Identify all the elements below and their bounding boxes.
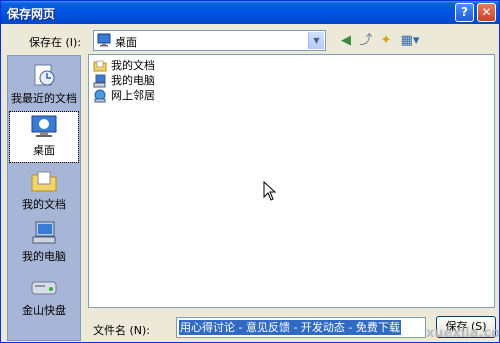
title-bar[interactable]: 保存网页 ? ✕	[1, 1, 499, 24]
up-folder-icon[interactable]: ⤴	[357, 33, 375, 49]
save-in-dropdown[interactable]: 桌面 ▼	[93, 30, 326, 51]
desktop-icon	[31, 115, 57, 137]
place-desktop[interactable]: 桌面	[9, 111, 79, 163]
places-bar: 我最近的文档 桌面 我的文档 我的电脑 金山快盘	[7, 55, 81, 341]
save-in-label: 保存在 (I):	[29, 36, 82, 49]
network-icon	[94, 89, 106, 103]
close-button[interactable]: ✕	[477, 3, 496, 22]
file-name-value: 用心得讨论 - 意见反馈 - 开发动态 - 免费下载	[179, 320, 401, 335]
computer-icon	[93, 74, 106, 88]
views-menu-icon[interactable]: ▦▾	[399, 33, 421, 49]
chevron-down-icon[interactable]: ▼	[308, 32, 324, 49]
help-button[interactable]: ?	[455, 3, 474, 22]
save-webpage-dialog: 保存网页 ? ✕ 保存在 (I): 桌面 ▼ ◀ ⤴ ✦ ▦▾ 我最近的文档 桌…	[0, 0, 500, 343]
place-my-documents[interactable]: 我的文档	[10, 166, 78, 216]
desktop-icon	[97, 33, 111, 47]
file-list[interactable]: 我的文档 我的电脑 网上邻居	[88, 54, 495, 308]
back-icon[interactable]: ◀	[337, 33, 355, 49]
place-recent-documents[interactable]: 我最近的文档	[10, 60, 78, 110]
recent-documents-icon	[34, 64, 55, 86]
save-in-value: 桌面	[115, 36, 137, 49]
new-folder-icon[interactable]: ✦	[377, 33, 395, 49]
my-documents-icon	[31, 171, 57, 192]
file-name-input[interactable]: 用心得讨论 - 意见反馈 - 开发动态 - 免费下载	[176, 317, 426, 338]
place-my-computer[interactable]: 我的电脑	[10, 218, 78, 268]
folder-icon	[93, 60, 107, 72]
watermark: xuexila.com	[426, 326, 500, 341]
place-kuaipan[interactable]: 金山快盘	[10, 272, 78, 322]
my-computer-icon	[32, 221, 56, 244]
kuaipan-drive-icon	[31, 281, 57, 295]
file-name-label: 文件名 (N):	[93, 324, 151, 337]
mouse-cursor-icon	[263, 181, 277, 201]
window-title: 保存网页	[7, 7, 56, 21]
